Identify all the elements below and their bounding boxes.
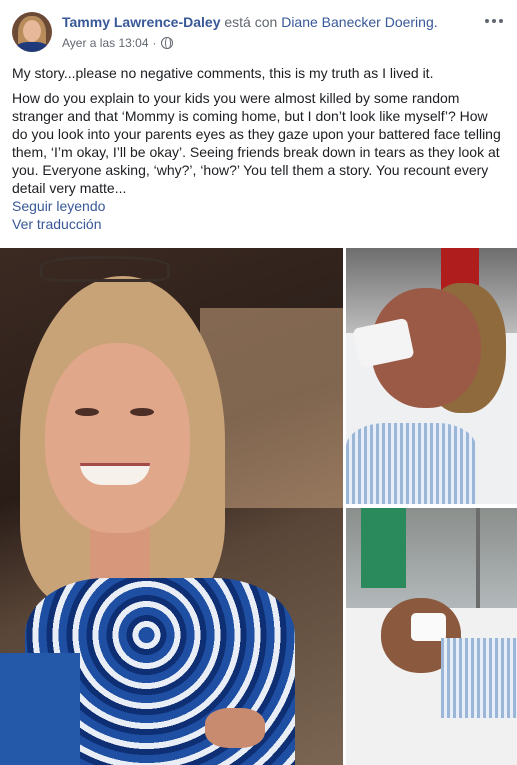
with-text: está con xyxy=(224,14,278,30)
timestamp-link[interactable]: Ayer a las 13:04 xyxy=(62,36,149,50)
post-paragraph: How do you explain to your kids you were… xyxy=(12,90,501,196)
photo-hospital-gown xyxy=(441,638,517,718)
post-meta: Ayer a las 13:04 · xyxy=(62,36,173,50)
photo-eye xyxy=(75,408,99,416)
post-header: Tammy Lawrence-Daley está con Diane Bane… xyxy=(12,12,505,54)
photo-hospital-gown xyxy=(346,423,476,504)
photo-grid xyxy=(0,248,517,765)
photo-nose-bandage xyxy=(411,613,446,641)
photo-sunglasses xyxy=(40,256,170,282)
meta-separator: · xyxy=(152,36,157,50)
facebook-post: Tammy Lawrence-Daley está con Diane Bane… xyxy=(0,0,517,765)
photo-iv-pole xyxy=(476,508,480,618)
author-name-link[interactable]: Tammy Lawrence-Daley xyxy=(62,14,220,30)
photo-smile xyxy=(80,463,150,485)
photo-face xyxy=(45,343,190,533)
avatar-face xyxy=(23,20,41,42)
photo-hand xyxy=(205,708,265,748)
photo-hospital-bed-1[interactable] xyxy=(346,248,517,504)
photo-hospital-bed-2[interactable] xyxy=(346,508,517,765)
photo-arm xyxy=(0,653,80,765)
see-translation-link[interactable]: Ver traducción xyxy=(12,215,506,233)
see-more-link[interactable]: Seguir leyendo xyxy=(12,197,506,215)
globe-icon[interactable] xyxy=(160,37,173,49)
avatar-shirt xyxy=(16,42,48,52)
more-dot xyxy=(499,19,503,23)
post-body: My story...please no negative comments, … xyxy=(12,64,506,233)
photo-oxygen-tank xyxy=(361,508,406,588)
more-dot xyxy=(485,19,489,23)
more-dot xyxy=(492,19,496,23)
author-line: Tammy Lawrence-Daley está con Diane Bane… xyxy=(62,14,438,30)
tagged-friend-link[interactable]: Diane Banecker Doering. xyxy=(281,14,437,30)
more-options-icon[interactable] xyxy=(485,14,505,28)
photo-eye xyxy=(130,408,154,416)
post-paragraph: My story...please no negative comments, … xyxy=(12,65,434,81)
photo-smiling-portrait[interactable] xyxy=(0,248,343,765)
author-avatar[interactable] xyxy=(12,12,52,52)
